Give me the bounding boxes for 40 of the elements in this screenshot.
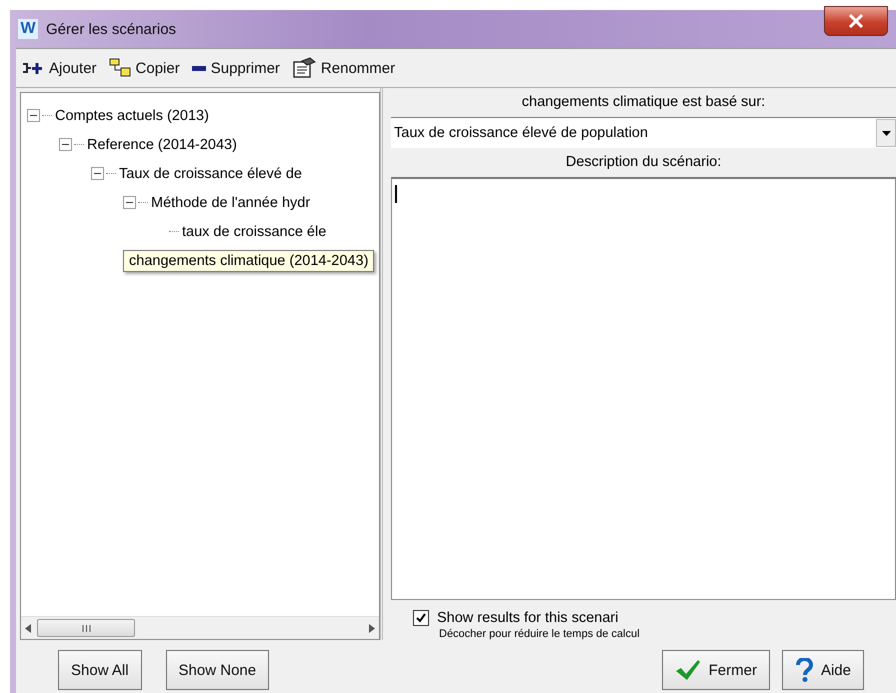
scenario-dropdown[interactable]: Taux de croissance élevé de population [391, 117, 896, 148]
button[interactable]: Show None [166, 650, 270, 690]
tree-item[interactable]: taux de croissance éle [182, 224, 326, 240]
hint-text: Décocher pour réduire le temps de calcul [438, 628, 641, 640]
close-icon [848, 14, 864, 28]
description-label: Description du scénario: [564, 153, 722, 172]
toolbar-button[interactable]: Supprimer [192, 60, 280, 76]
tree-item[interactable]: Méthode de l'année hydr [151, 194, 310, 210]
minus-icon [192, 66, 206, 70]
tree-item[interactable]: Reference (2014-2043) [87, 136, 237, 152]
dropdown-arrow-icon [882, 130, 890, 136]
rename-icon [292, 57, 316, 79]
description-field[interactable] [391, 177, 896, 600]
toolbar-button[interactable]: Renommer [292, 57, 396, 79]
collapse-icon[interactable] [59, 138, 72, 151]
close-button[interactable] [824, 6, 888, 36]
based-on-label: changements climatique est basé sur: [520, 93, 766, 112]
horizontal-scrollbar[interactable] [21, 616, 379, 639]
window-title: Gérer les scénarios [46, 20, 176, 38]
grip-icon [82, 624, 90, 632]
tree-item[interactable]: Comptes actuels (2013) [55, 108, 209, 124]
button[interactable]: Aide [782, 650, 864, 690]
copy-icon [108, 58, 131, 78]
right-arrow-icon[interactable] [369, 624, 375, 632]
checkmark-icon [674, 659, 701, 681]
toolbar-button[interactable]: Ajouter [22, 60, 97, 76]
button[interactable]: Show All [58, 650, 142, 690]
left-arrow-icon[interactable] [25, 624, 31, 632]
toolbar-button[interactable]: Copier [108, 58, 180, 78]
collapse-icon[interactable] [123, 196, 136, 209]
collapse-icon[interactable] [27, 109, 40, 122]
button[interactable]: Fermer [662, 650, 770, 690]
collapse-icon[interactable] [91, 167, 104, 180]
plus-icon [22, 61, 44, 75]
tooltip: changements climatique (2014-2043) [123, 250, 374, 272]
app-icon: W [18, 19, 38, 39]
tree-item[interactable]: Taux de croissance élevé de [119, 166, 302, 182]
checkbox-label[interactable]: Show results for this scenari [437, 610, 618, 626]
checkbox[interactable] [413, 610, 429, 626]
question-mark-icon [794, 658, 813, 682]
